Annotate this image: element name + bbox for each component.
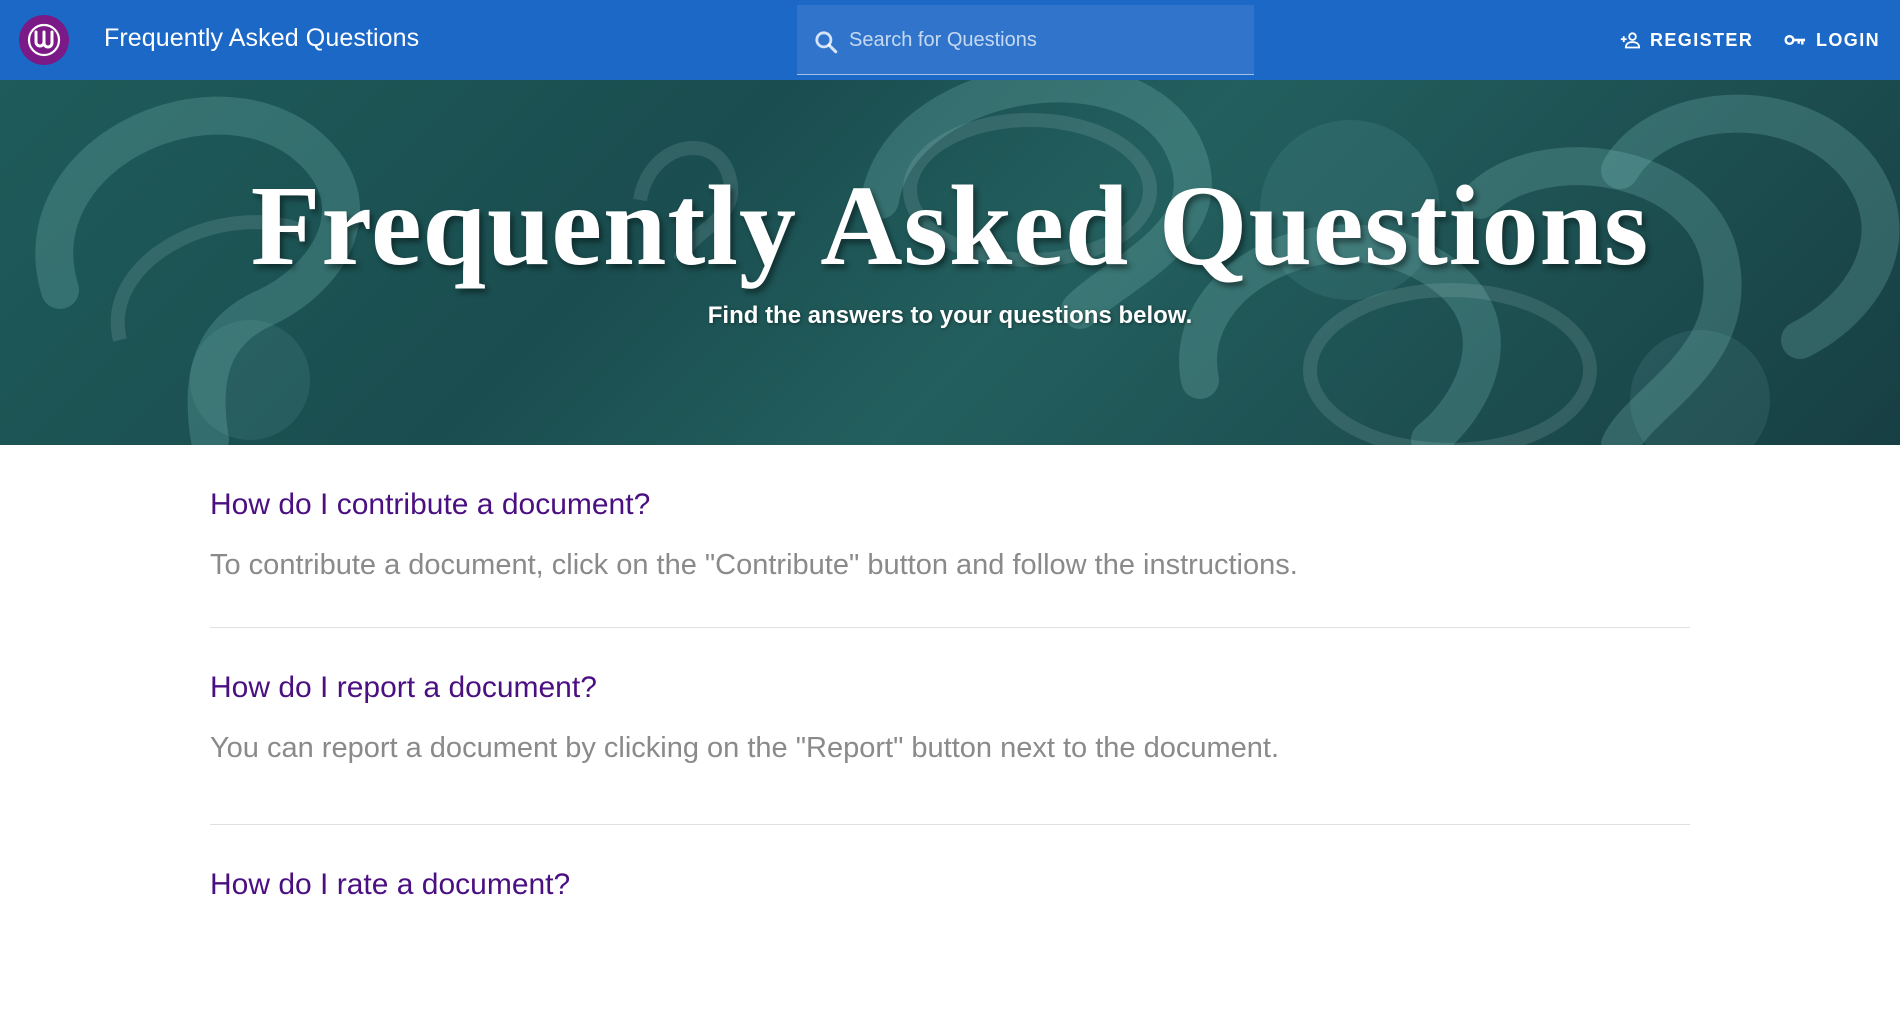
- faq-item: How do I rate a document?: [210, 825, 1690, 1025]
- faq-item: How do I report a document? You can repo…: [210, 628, 1690, 825]
- faq-question[interactable]: How do I contribute a document?: [210, 488, 650, 522]
- search-box[interactable]: [797, 5, 1254, 75]
- register-button[interactable]: REGISTER: [1620, 24, 1753, 56]
- faq-item: How do I contribute a document? To contr…: [210, 445, 1690, 628]
- search-input[interactable]: [849, 23, 1239, 57]
- logo-icon[interactable]: [19, 15, 69, 65]
- logo-mark: [27, 23, 61, 57]
- login-button[interactable]: LOGIN: [1784, 24, 1880, 56]
- login-label: LOGIN: [1816, 29, 1880, 50]
- register-label: REGISTER: [1650, 29, 1754, 50]
- faq-answer: To contribute a document, click on the "…: [210, 549, 1298, 581]
- search-icon: [815, 31, 838, 54]
- add-user-icon: [1620, 32, 1640, 49]
- app-bar: Frequently Asked Questions REGISTER LOGI…: [0, 0, 1900, 80]
- key-icon: [1784, 34, 1806, 46]
- app-title: Frequently Asked Questions: [104, 24, 420, 52]
- hero-title: Frequently Asked Questions: [250, 162, 1650, 289]
- hero-subtitle: Find the answers to your questions below…: [707, 302, 1193, 329]
- faq-list: How do I contribute a document? To contr…: [210, 445, 1690, 1025]
- faq-question[interactable]: How do I report a document?: [210, 671, 597, 705]
- faq-answer: You can report a document by clicking on…: [210, 732, 1280, 764]
- hero-banner: Frequently Asked Questions Find the answ…: [0, 80, 1900, 445]
- faq-question[interactable]: How do I rate a document?: [210, 868, 570, 902]
